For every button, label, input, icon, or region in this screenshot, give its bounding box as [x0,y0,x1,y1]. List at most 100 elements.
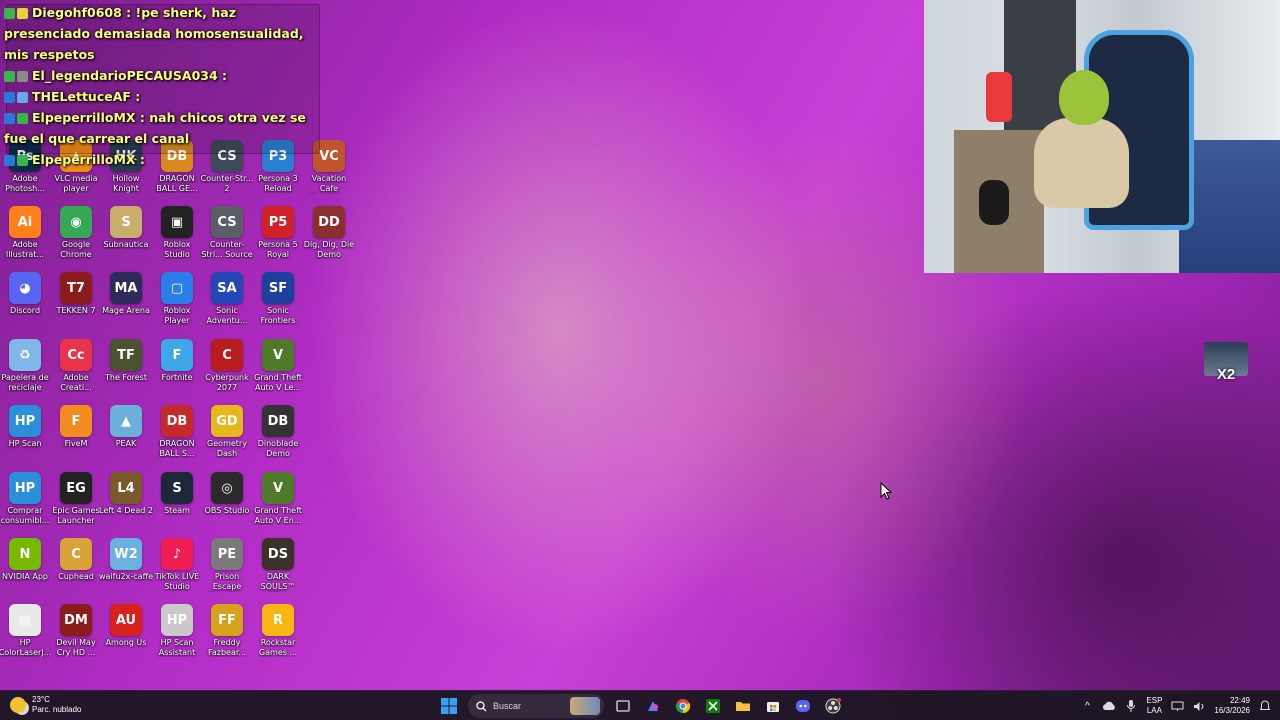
app-icon: CS [211,206,243,238]
desktop-icon[interactable]: MA Mage Arena [101,272,151,316]
desktop-icon[interactable]: ♪ TikTok LIVE Studio [152,538,202,591]
desktop-icon-label: The Forest [105,373,147,382]
chrome-icon [675,699,691,714]
weather-text: 23°C Parc. nublado [32,695,81,715]
avatar-tag: X2 [1216,366,1236,383]
desktop-icon[interactable]: C Cuphead [51,538,101,582]
desktop-icon[interactable]: SA Sonic Adventu... [202,272,252,325]
desktop-icon[interactable]: S Steam [152,472,202,516]
app-icon: GD [211,405,243,437]
desktop-icon[interactable]: HP Comprar consumibl... [0,472,50,525]
app-icon: DD [313,206,345,238]
desktop-icon[interactable]: V Grand Theft Auto V Le... [253,339,303,392]
taskbar-app-copilot[interactable] [642,695,664,717]
desktop-icon-label: Google Chrome [60,240,92,259]
app-icon: AU [110,604,142,636]
desktop-icon[interactable]: F Fortnite [152,339,202,383]
desktop-icon[interactable]: ◎ OBS Studio [202,472,252,516]
desktop-icon-label: Epic Games Launcher [52,506,100,525]
desktop-icon[interactable]: S Subnautica [101,206,151,250]
desktop-icon[interactable]: HP HP Scan Assistant [152,604,202,657]
desktop-icon[interactable]: V Grand Theft Auto V En... [253,472,303,525]
desktop-icon-label: DARK SOULS™ RE... [260,572,296,592]
taskbar-search-box[interactable]: Buscar [468,694,604,718]
desktop-icon[interactable]: AU Among Us [101,604,151,648]
desktop-icon[interactable]: ◕ Discord [0,272,50,316]
webcam-overlay [924,0,1280,273]
app-icon: Ai [9,206,41,238]
desktop-icon[interactable]: N NVIDIA App [0,538,50,582]
desktop-icon[interactable]: PEPrison Escape Simulator D... [202,538,252,592]
show-hidden-icons-chevron-icon[interactable]: ^ [1080,699,1094,713]
desktop-icon[interactable]: C Cyberpunk 2077 [202,339,252,392]
app-icon: F [161,339,193,371]
desktop-icon[interactable]: ▤ HP ColorLaserJ... [0,604,51,657]
start-button[interactable] [438,695,460,717]
desktop-icon[interactable]: EG Epic Games Launcher [51,472,101,525]
desktop-icon[interactable]: SF Sonic Frontiers [253,272,303,325]
notification-bell-icon[interactable] [1258,699,1272,713]
desktop-icon-label: Mage Arena [102,306,150,315]
volume-icon[interactable] [1192,699,1206,713]
task-view-button[interactable] [612,695,634,717]
app-icon: DB [262,405,294,437]
desktop-icon-label: Devil May Cry HD ... [56,638,96,657]
desktop-icon-label: Cuphead [58,572,94,581]
desktop-icon[interactable]: P5 Persona 5 Royal [253,206,303,259]
desktop-icon[interactable]: ♻ Papelera de reciclaje [0,339,50,392]
desktop-icon[interactable]: DB DRAGON BALL S... [152,405,202,458]
taskbar-app-obs[interactable] [822,695,844,717]
sub-badge-icon [4,8,15,19]
desktop-icon[interactable]: R Rockstar Games ... [253,604,303,657]
desktop-icon[interactable]: DB Dinoblade Demo [253,405,303,458]
desktop-icon[interactable]: L4 Left 4 Dead 2 [99,472,153,516]
chat-badges [4,92,28,103]
desktop-icon-label: Left 4 Dead 2 [99,506,153,515]
desktop-icon-label: Dinoblade Demo [257,439,299,458]
network-icon[interactable] [1170,699,1184,713]
taskbar-app-xbox[interactable] [702,695,724,717]
app-icon: W2 [110,538,142,570]
taskbar-app-discord[interactable] [792,695,814,717]
taskbar-app-file-explorer[interactable] [732,695,754,717]
desktop-icon[interactable]: HP HP Scan [0,405,50,449]
mouse-cursor-icon [880,482,892,500]
app-icon: PE [211,538,243,570]
desktop-icon[interactable]: FF Freddy Fazbear... [202,604,252,657]
desktop-icon[interactable]: ▢ Roblox Player [152,272,202,325]
desktop-icon-label: Sonic Adventu... [206,306,248,325]
desktop-icon[interactable]: ▲ PEAK [101,405,151,449]
desktop-icon-label: Among Us [105,638,147,647]
onedrive-icon[interactable] [1102,699,1116,713]
clock[interactable]: 22:49 16/3/2026 [1214,696,1250,716]
chat-badges [4,71,28,82]
desktop-icon[interactable]: ◉ Google Chrome [51,206,101,259]
taskbar-app-store[interactable] [762,695,784,717]
desktop-icon[interactable]: Ai Adobe Illustrat... [0,206,50,259]
desktop-icon[interactable]: GD Geometry Dash [202,405,252,458]
desktop-icon[interactable]: CS Counter-Stri... Source [201,206,253,259]
app-icon: ▲ [110,405,142,437]
language-indicator[interactable]: ESP LAA [1146,696,1162,716]
desktop-icon[interactable]: Cc Adobe Creati... [51,339,101,392]
desktop-icon-label: Adobe Photosh... [5,174,45,193]
chat-message: ElpeperrilloMX : nah chicos otra vez se … [4,107,322,149]
desktop-icon[interactable]: T7 TEKKEN 7 [51,272,101,316]
desktop-icon[interactable]: ▣ Roblox Studio [152,206,202,259]
desktop-icon[interactable]: DM Devil May Cry HD ... [51,604,101,657]
desktop-icon-label: Comprar consumibl... [0,506,50,525]
desktop-icon[interactable]: F FiveM [51,405,101,449]
copilot-icon [648,701,658,711]
weather-widget[interactable]: 23°C Parc. nublado [10,695,81,715]
desktop-icon[interactable]: DD Dig, Dig, Die Demo [304,206,354,259]
prime-badge-icon [4,113,15,124]
desktop-icon[interactable]: W2 waifu2x-caffe [99,538,153,582]
desktop-icon[interactable]: TF The Forest [101,339,151,383]
xbox-icon [706,699,720,713]
taskbar-app-chrome[interactable] [672,695,694,717]
desktop-icon-label: Counter-Str... 2 [200,174,254,193]
app-icon: N [9,538,41,570]
microphone-tray-icon[interactable] [1124,699,1138,713]
desktop-icon[interactable]: DSDARK SOULS™ RE... [253,538,303,592]
clock-date: 16/3/2026 [1214,706,1250,715]
